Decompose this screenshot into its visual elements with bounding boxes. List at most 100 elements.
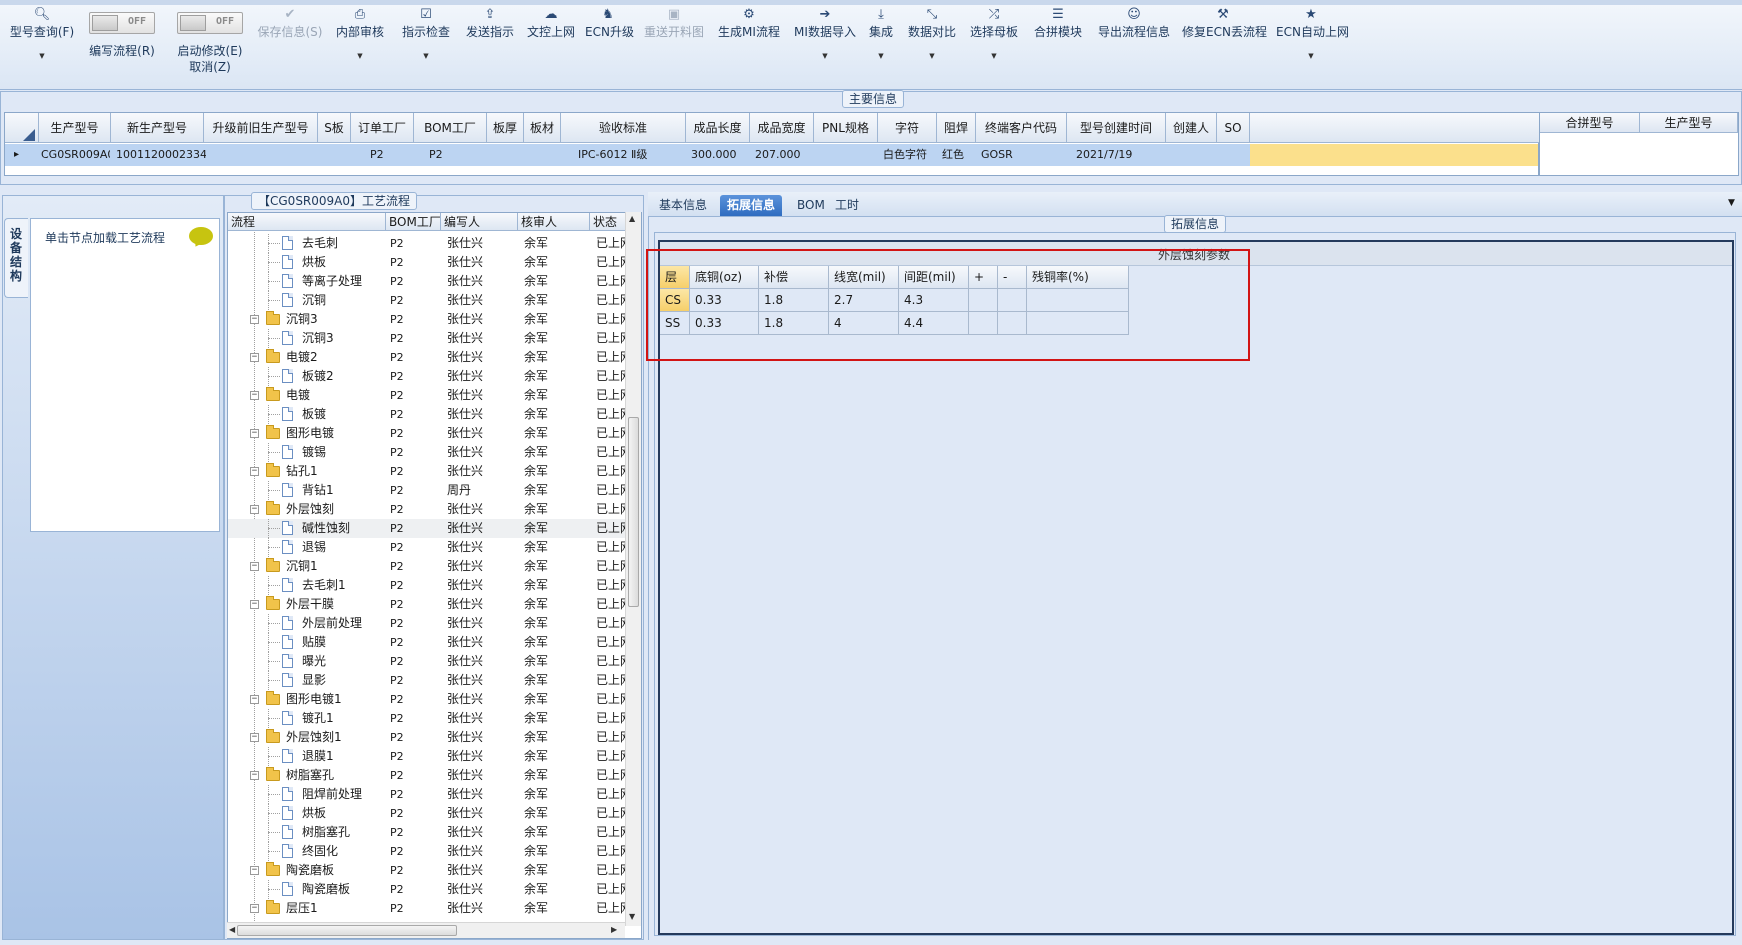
toolbar-button-18[interactable]: ★ ECN自动上网 ▼ [1276, 6, 1349, 86]
tree-row[interactable]: 镀孔1 P2 张仕兴 余军 已上网 [228, 709, 628, 728]
tree-row[interactable]: 等离子处理 P2 张仕兴 余军 已上网 [228, 272, 628, 291]
main-info-cell[interactable] [524, 144, 561, 166]
tree-row[interactable]: 碱性蚀刻 P2 张仕兴 余军 已上网 [228, 519, 628, 538]
tree-row[interactable]: − 外层干膜 P2 张仕兴 余军 已上网 [228, 595, 628, 614]
tree-row[interactable]: 终固化 P2 张仕兴 余军 已上网 [228, 842, 628, 861]
tree-column-header[interactable]: 编写人 [441, 213, 518, 231]
toolbar-button-7[interactable]: ☁ 文控上网 [524, 6, 578, 86]
tree-row[interactable]: 去毛刺 P2 张仕兴 余军 已上网 [228, 234, 628, 253]
collapse-toggle-icon[interactable]: − [250, 771, 259, 780]
column-header[interactable]: PNL规格 [814, 113, 878, 143]
tree-row[interactable]: 去毛刺1 P2 张仕兴 余军 已上网 [228, 576, 628, 595]
column-header[interactable]: 型号创建时间 [1067, 113, 1166, 143]
column-header[interactable]: 阻焊 [937, 113, 976, 143]
tab-extended-info[interactable]: 拓展信息 [720, 195, 783, 216]
main-info-cell[interactable]: GOSR [978, 144, 1069, 166]
collapse-toggle-icon[interactable]: − [250, 467, 259, 476]
merge-column-header[interactable]: 合拼型号 [1540, 113, 1640, 133]
tree-row[interactable]: − 树脂塞孔 P2 张仕兴 余军 已上网 [228, 766, 628, 785]
tree-row[interactable]: 沉铜3 P2 张仕兴 余军 已上网 [228, 329, 628, 348]
collapse-toggle-icon[interactable]: − [250, 600, 259, 609]
tree-row[interactable]: 显影 P2 张仕兴 余军 已上网 [228, 671, 628, 690]
column-header[interactable]: 验收标准 [561, 113, 686, 143]
column-header[interactable]: 板材 [524, 113, 561, 143]
tree-column-header[interactable]: BOM工厂 [386, 213, 441, 231]
tree-row[interactable]: 退膜1 P2 张仕兴 余军 已上网 [228, 747, 628, 766]
vertical-scroll-thumb[interactable] [628, 417, 639, 607]
main-info-cell[interactable]: 2021/7/19 [1073, 144, 1172, 166]
main-info-cell[interactable] [814, 144, 878, 166]
tab-dropdown-icon[interactable]: ▼ [1728, 198, 1735, 208]
toolbar-button-1[interactable]: OFF 编写流程(R) [84, 6, 160, 86]
node-load-box[interactable]: 单击节点加载工艺流程 [30, 218, 220, 532]
main-info-cell[interactable] [487, 144, 524, 166]
tree-row[interactable]: 树脂塞孔 P2 张仕兴 余军 已上网 [228, 823, 628, 842]
toolbar-button-16[interactable]: ☺ 导出流程信息 [1096, 6, 1172, 86]
column-header[interactable]: 终端客户代码 [976, 113, 1067, 143]
tree-row[interactable]: 板镀 P2 张仕兴 余军 已上网 [228, 405, 628, 424]
main-info-cell[interactable]: 207.000 [752, 144, 816, 166]
tree-row[interactable]: 阻焊前处理 P2 张仕兴 余军 已上网 [228, 785, 628, 804]
tree-row[interactable]: 烘板 P2 张仕兴 余军 已上网 [228, 804, 628, 823]
tree-row[interactable]: 退锡 P2 张仕兴 余军 已上网 [228, 538, 628, 557]
column-header[interactable]: 字符 [878, 113, 937, 143]
column-header[interactable]: BOM工厂 [414, 113, 487, 143]
toggle-knob[interactable] [92, 15, 118, 31]
scroll-left-arrow-icon[interactable]: ◀ [229, 925, 235, 934]
collapse-toggle-icon[interactable]: − [250, 315, 259, 324]
toolbar-button-12[interactable]: ⤓ 集成 ▼ [866, 6, 896, 86]
tree-row[interactable]: − 沉铜1 P2 张仕兴 余军 已上网 [228, 557, 628, 576]
tree-row[interactable]: 板镀2 P2 张仕兴 余军 已上网 [228, 367, 628, 386]
dropdown-arrow-icon[interactable]: ▼ [8, 50, 76, 62]
toggle-switch[interactable]: OFF [177, 12, 243, 34]
toggle-knob[interactable] [180, 15, 206, 31]
tree-column-header[interactable]: 流程 [228, 213, 386, 231]
main-info-cell[interactable]: P2 [367, 144, 430, 166]
toolbar-button-11[interactable]: ➔ MI数据导入 ▼ [792, 6, 858, 86]
column-header[interactable]: 成品长度 [686, 113, 750, 143]
toolbar-button-3[interactable]: ✔ 保存信息(S) [254, 6, 326, 86]
tab-bom[interactable]: BOM [790, 195, 832, 216]
dropdown-arrow-icon[interactable]: ▼ [1276, 50, 1346, 62]
scroll-up-arrow-icon[interactable]: ▲ [629, 214, 635, 223]
tree-row[interactable]: − 陶瓷磨板 P2 张仕兴 余军 已上网 [228, 861, 628, 880]
collapse-toggle-icon[interactable]: − [250, 733, 259, 742]
tree-row[interactable]: − 沉铜3 P2 张仕兴 余军 已上网 [228, 310, 628, 329]
tree-row[interactable]: − 层压1 P2 张仕兴 余军 已上网 [228, 899, 628, 918]
dropdown-arrow-icon[interactable]: ▼ [334, 50, 386, 62]
collapse-toggle-icon[interactable]: − [250, 505, 259, 514]
collapse-toggle-icon[interactable]: − [250, 391, 259, 400]
column-header[interactable]: 板厚 [487, 113, 524, 143]
tree-row[interactable]: 贴膜 P2 张仕兴 余军 已上网 [228, 633, 628, 652]
toolbar-button-10[interactable]: ⚙ 生成MI流程 [716, 6, 782, 86]
column-header[interactable]: 生产型号 [39, 113, 111, 143]
scroll-down-arrow-icon[interactable]: ▼ [629, 912, 635, 921]
column-header[interactable]: S板 [318, 113, 351, 143]
toolbar-button-9[interactable]: ▣ 重送开料图 [642, 6, 706, 86]
tree-row[interactable]: 曝光 P2 张仕兴 余军 已上网 [228, 652, 628, 671]
tree-row[interactable]: − 外层蚀刻1 P2 张仕兴 余军 已上网 [228, 728, 628, 747]
main-info-cell[interactable]: 白色字符 [880, 144, 939, 166]
toolbar-button-15[interactable]: ☰ 合拼模块 [1032, 6, 1084, 86]
tree-row[interactable]: − 外层蚀刻 P2 张仕兴 余军 已上网 [228, 500, 628, 519]
toolbar-button-14[interactable]: ⤮ 选择母板 ▼ [968, 6, 1020, 86]
toolbar-button-4[interactable]: ⎙ 内部审核 ▼ [334, 6, 386, 86]
collapse-toggle-icon[interactable]: − [250, 904, 259, 913]
process-horizontal-scrollbar[interactable]: ◀ ▶ [227, 922, 625, 938]
column-header[interactable]: 升级前旧生产型号 [204, 113, 318, 143]
side-tab-equipment-structure[interactable]: 设备结构 [4, 218, 28, 298]
dropdown-arrow-icon[interactable]: ▼ [792, 50, 858, 62]
tree-row[interactable]: 镀锡 P2 张仕兴 余军 已上网 [228, 443, 628, 462]
main-info-cell[interactable]: 10011200023346 [113, 144, 206, 166]
main-info-cell[interactable] [318, 144, 351, 166]
tree-row[interactable]: − 图形电镀1 P2 张仕兴 余军 已上网 [228, 690, 628, 709]
tree-row[interactable]: − 电镀 P2 张仕兴 余军 已上网 [228, 386, 628, 405]
dropdown-arrow-icon[interactable]: ▼ [398, 50, 454, 62]
column-header[interactable]: 新生产型号 [111, 113, 204, 143]
column-header[interactable]: 成品宽度 [750, 113, 814, 143]
column-header[interactable]: SO [1217, 113, 1250, 143]
tree-row[interactable]: 背钻1 P2 周丹 余军 已上网 [228, 481, 628, 500]
column-header[interactable]: 订单工厂 [351, 113, 414, 143]
toolbar-button-8[interactable]: ♞ ECN升级 [585, 6, 634, 86]
main-info-cell[interactable]: CG0SR009A0 [38, 144, 110, 166]
